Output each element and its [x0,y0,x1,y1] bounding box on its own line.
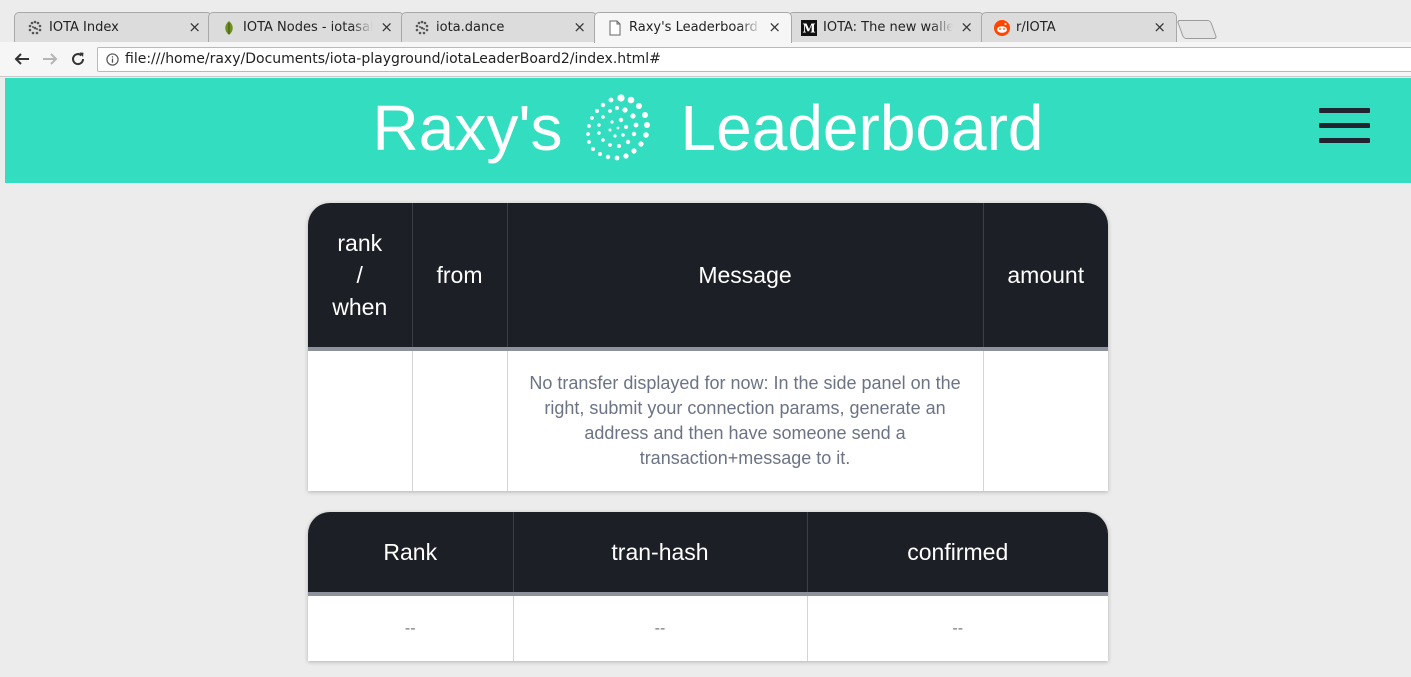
confirmations-table: Rank tran-hash confirmed -- -- -- [308,512,1108,661]
tab-iota-index[interactable]: IOTA Index × [14,12,212,42]
transfers-table-card: rank / when from Message amount No trans… [308,203,1108,491]
svg-text:M: M [802,22,815,36]
cell-amount [983,349,1108,491]
back-button[interactable] [11,48,33,70]
table-row: -- -- -- [308,594,1108,661]
cell-rank: -- [308,594,514,661]
table-row: No transfer displayed for now: In the si… [308,349,1108,491]
close-icon[interactable]: × [380,18,393,36]
page-icon [607,20,623,36]
reload-icon [72,52,85,66]
tab-reddit-iota[interactable]: r/IOTA × [981,12,1177,42]
cell-confirmed: -- [952,620,964,637]
browser-toolbar: file:///home/raxy/Documents/iota-playgro… [0,42,1411,77]
page-title: Raxy's Leaderboard [5,78,1411,178]
iota-icon [414,20,430,36]
tab-title: IOTA Nodes - iotasalad [243,20,373,35]
tab-iota-nodes[interactable]: IOTA Nodes - iotasalad × [208,12,404,42]
close-icon[interactable]: × [960,18,973,36]
leaf-icon [221,20,237,36]
tab-medium-iota-wallets[interactable]: M IOTA: The new wallets ( × [788,12,984,42]
column-header-rank-when[interactable]: rank / when [308,203,413,351]
hamburger-line [1319,108,1370,113]
tab-title: Raxy's Leaderboard (ele [629,20,761,35]
arrow-right-icon [43,53,58,65]
cell-from [412,349,508,491]
tab-title: iota.dance [436,20,566,35]
transfers-table: rank / when from Message amount No trans… [308,203,1108,491]
cell-message: No transfer displayed for now: In the si… [507,349,984,491]
close-icon[interactable]: × [768,18,781,36]
medium-icon: M [801,20,817,36]
reddit-icon [994,20,1010,36]
close-icon[interactable]: × [1153,18,1166,36]
reload-button[interactable] [67,48,89,70]
info-icon[interactable] [106,53,119,66]
url-text[interactable]: file:///home/raxy/Documents/iota-playgro… [125,51,661,67]
hamburger-line [1319,123,1370,128]
column-header-from[interactable]: from [412,203,508,351]
title-right: Leaderboard [680,92,1044,164]
confirmations-table-card: Rank tran-hash confirmed -- -- -- [308,512,1108,661]
cell-rank [308,349,413,491]
arrow-left-icon [14,53,29,65]
title-left: Raxy's [372,92,563,164]
page-content: Raxy's Leaderboard rank / when from Mess… [5,78,1411,677]
menu-button[interactable] [1319,108,1370,144]
hamburger-line [1319,138,1370,143]
column-header-amount[interactable]: amount [983,203,1108,351]
new-tab-button[interactable] [1176,20,1218,39]
forward-button[interactable] [39,48,61,70]
close-icon[interactable]: × [188,18,201,36]
column-header-rank[interactable]: Rank [308,512,514,596]
tab-iota-dance[interactable]: iota.dance × [401,12,597,42]
iota-icon [27,20,43,36]
close-icon[interactable]: × [573,18,586,36]
tab-title: r/IOTA [1016,20,1146,35]
column-header-confirmed[interactable]: confirmed [807,512,1108,596]
tab-title: IOTA: The new wallets ( [823,20,953,35]
page-header: Raxy's Leaderboard [5,78,1411,183]
column-header-tran-hash[interactable]: tran-hash [513,512,808,596]
cell-tran-hash: -- [513,594,808,661]
address-bar[interactable]: file:///home/raxy/Documents/iota-playgro… [97,47,1411,72]
tab-strip: IOTA Index × IOTA Nodes - iotasalad × io… [0,0,1411,43]
column-header-message[interactable]: Message [507,203,984,351]
tab-raxys-leaderboard[interactable]: Raxy's Leaderboard (ele × [594,12,792,43]
iota-logo-icon [585,94,650,161]
tab-title: IOTA Index [49,20,181,35]
